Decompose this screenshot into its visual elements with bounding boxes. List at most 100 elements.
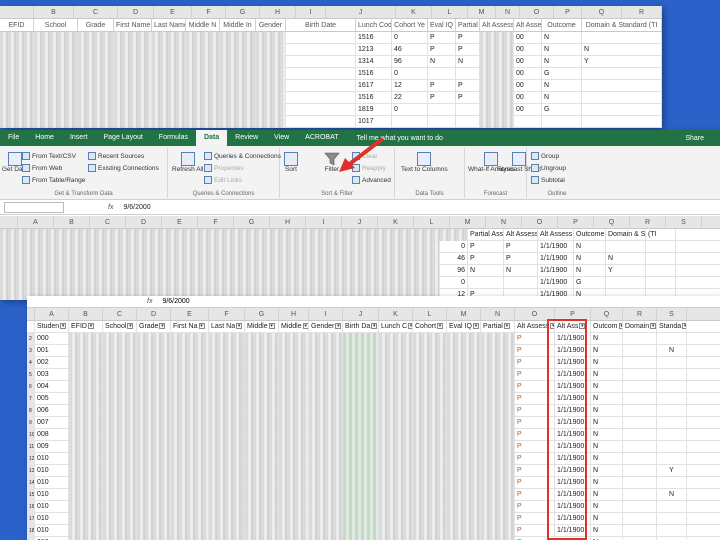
- table-cell: [78, 32, 114, 44]
- filter-dropdown-icon[interactable]: ▾: [503, 323, 510, 330]
- table-cell: [171, 333, 209, 345]
- column-letter: [27, 308, 35, 320]
- column-header: Outcome: [542, 19, 582, 31]
- table-cell: [103, 405, 137, 417]
- column-header: Studen ▾: [35, 321, 69, 333]
- filter-dropdown-icon[interactable]: ▾: [268, 323, 275, 330]
- filter-dropdown-icon[interactable]: ▾: [60, 323, 67, 330]
- filter-dropdown-icon[interactable]: ▾: [335, 323, 342, 330]
- queries-connections-button[interactable]: Queries & Connections: [204, 152, 281, 160]
- table-cell: [137, 453, 171, 465]
- table-cell: [343, 405, 379, 417]
- filter-dropdown-icon[interactable]: ▾: [472, 323, 479, 330]
- table-cell: [481, 429, 515, 441]
- table-cell: [413, 369, 447, 381]
- filter-dropdown-icon[interactable]: ▾: [87, 323, 94, 330]
- formula-input[interactable]: 9/6/2000: [162, 298, 189, 305]
- table-cell: [220, 44, 256, 56]
- red-arrow-icon: [339, 138, 383, 172]
- filter-dropdown-icon[interactable]: ▾: [371, 323, 378, 330]
- filter-dropdown-icon[interactable]: ▾: [437, 323, 444, 330]
- filter-dropdown-icon[interactable]: ▾: [159, 323, 166, 330]
- student-id: 010: [35, 477, 69, 489]
- existing-connections-button[interactable]: Existing Connections: [88, 164, 159, 172]
- table-cell: N: [574, 241, 606, 253]
- column-letter: B: [54, 216, 90, 228]
- table-cell: [286, 92, 356, 104]
- table-cell: [103, 393, 137, 405]
- table-cell: [0, 68, 34, 80]
- table-row: 1516 22 P P 00 N: [0, 92, 662, 104]
- tab-formulas[interactable]: Formulas: [151, 130, 196, 146]
- tab-file[interactable]: File: [0, 130, 27, 146]
- filter-dropdown-icon[interactable]: ▾: [127, 323, 134, 330]
- table-cell: P: [468, 241, 504, 253]
- filter-dropdown-icon[interactable]: ▾: [236, 323, 243, 330]
- table-cell: [69, 525, 103, 537]
- table-cell: [447, 393, 481, 405]
- edit-links-button[interactable]: Edit Links: [204, 176, 242, 184]
- from-text-button[interactable]: From Text/CSV: [22, 152, 76, 160]
- filter-dropdown-icon[interactable]: ▾: [650, 323, 656, 330]
- name-box[interactable]: [4, 202, 64, 213]
- table-cell: [480, 32, 514, 44]
- filter-dropdown-icon[interactable]: ▾: [198, 323, 205, 330]
- table-cell: [69, 501, 103, 513]
- table-row: 13 010 P 1/1/1900 N Y: [27, 465, 720, 477]
- formula-bar: fx 9/6/2000: [0, 201, 720, 215]
- table-cell: [69, 465, 103, 477]
- table-cell: [309, 345, 343, 357]
- filter-dropdown-icon[interactable]: ▾: [302, 323, 308, 330]
- table-cell: [646, 265, 676, 277]
- table-cell: 22: [392, 92, 428, 104]
- date-cell: 1/1/1900: [555, 357, 591, 369]
- column-letter: L: [414, 216, 450, 228]
- refresh-all-button[interactable]: Refresh All: [172, 152, 203, 173]
- table-cell: [137, 477, 171, 489]
- table-cell: G: [542, 104, 582, 116]
- tab-home[interactable]: Home: [27, 130, 62, 146]
- column-letter: E: [154, 6, 192, 18]
- properties-button[interactable]: Properties: [204, 164, 244, 172]
- tab-view[interactable]: View: [266, 130, 297, 146]
- advanced-button[interactable]: Advanced: [352, 176, 391, 184]
- standard-cell: [657, 369, 687, 381]
- row-number: 2: [27, 333, 35, 345]
- table-cell: N: [606, 253, 646, 265]
- group-button[interactable]: Group: [531, 152, 559, 160]
- table-cell: [606, 277, 646, 289]
- from-table-button[interactable]: From Table/Range: [22, 176, 85, 184]
- table-cell: [413, 525, 447, 537]
- formula-input[interactable]: 9/6/2000: [123, 204, 150, 211]
- header-row: Studen ▾ EFID ▾ School ▾ Grade ▾ First Na ▾ Last N…: [27, 321, 720, 333]
- table-cell: [309, 513, 343, 525]
- subtotal-button[interactable]: Subtotal: [531, 176, 565, 184]
- table-cell: N: [542, 44, 582, 56]
- outcome-cell: N: [591, 369, 623, 381]
- from-web-button[interactable]: From Web: [22, 164, 62, 172]
- sort-button[interactable]: Sort: [284, 152, 298, 173]
- table-cell: [103, 477, 137, 489]
- filter-dropdown-icon[interactable]: ▾: [682, 323, 686, 330]
- table-cell: [279, 441, 309, 453]
- table-cell: [0, 277, 440, 289]
- date-cell: 1/1/1900: [555, 489, 591, 501]
- text-to-columns-button[interactable]: Text to Columns: [401, 152, 448, 173]
- table-cell: [447, 501, 481, 513]
- tab-page-layout[interactable]: Page Layout: [95, 130, 150, 146]
- filter-dropdown-icon[interactable]: ▾: [579, 323, 586, 330]
- table-cell: [309, 381, 343, 393]
- column-header: Domain ▾: [623, 321, 657, 333]
- recent-sources-button[interactable]: Recent Sources: [88, 152, 144, 160]
- tab-review[interactable]: Review: [227, 130, 266, 146]
- table-cell: [392, 116, 428, 128]
- column-header-label: Alt Ass: [557, 323, 579, 330]
- ungroup-button[interactable]: Ungroup: [531, 164, 566, 172]
- share-button[interactable]: Share: [685, 135, 704, 142]
- tab-data[interactable]: Data: [195, 130, 228, 146]
- table-cell: [152, 92, 186, 104]
- header-row: EFID School Grade First Name Last Name Middle…: [0, 19, 662, 32]
- column-letter: [0, 6, 34, 18]
- table-cell: [456, 104, 480, 116]
- tab-insert[interactable]: Insert: [62, 130, 96, 146]
